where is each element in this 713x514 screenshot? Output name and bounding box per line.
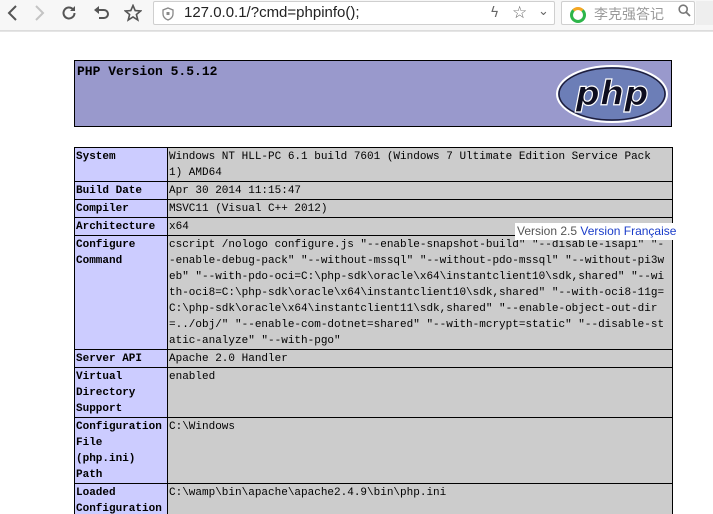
php-header: PHP Version 5.5.12 php (74, 60, 672, 127)
version-tooltip: Version 2.5 Version Française (515, 223, 679, 240)
favorite-star-icon[interactable]: ☆ (512, 3, 527, 23)
row-key: Virtual Directory Support (75, 368, 168, 418)
row-key: System (75, 148, 168, 182)
toolbar-edge (696, 1, 713, 25)
row-value: Apr 30 2014 11:15:47 (168, 182, 673, 200)
page-title: PHP Version 5.5.12 (77, 64, 217, 79)
row-key: Build Date (75, 182, 168, 200)
version-francaise-link[interactable]: Version Française (580, 224, 676, 238)
address-bar[interactable]: 127.0.0.1/?cmd=phpinfo(); ϟ ☆ ⌄ (153, 1, 555, 25)
address-url[interactable]: 127.0.0.1/?cmd=phpinfo(); (184, 4, 360, 21)
table-row: Configuration File (php.ini) PathC:\Wind… (75, 418, 673, 484)
version-label: Version 2.5 (517, 224, 577, 238)
lightning-icon[interactable]: ϟ (490, 5, 499, 21)
row-value: Apache 2.0 Handler (168, 350, 673, 368)
back-arrow-icon[interactable] (0, 0, 26, 26)
browser-toolbar: 127.0.0.1/?cmd=phpinfo(); ϟ ☆ ⌄ 李克强答记 (0, 0, 713, 31)
search-box[interactable]: 李克强答记 (561, 1, 695, 25)
table-row: CompilerMSVC11 (Visual C++ 2012) (75, 200, 673, 218)
php-logo-text: php (575, 74, 649, 114)
php-info-table: SystemWindows NT HLL-PC 6.1 build 7601 (… (74, 147, 673, 514)
chevron-down-icon[interactable]: ⌄ (538, 4, 549, 19)
bookmark-star-icon[interactable] (120, 0, 146, 26)
row-value: cscript /nologo configure.js "--enable-s… (168, 236, 673, 350)
table-row: Server APIApache 2.0 Handler (75, 350, 673, 368)
row-key: Server API (75, 350, 168, 368)
page-viewport: PHP Version 5.5.12 php SystemWindows NT … (0, 31, 713, 514)
table-row: SystemWindows NT HLL-PC 6.1 build 7601 (… (75, 148, 673, 182)
row-key: Architecture (75, 218, 168, 236)
row-value: MSVC11 (Visual C++ 2012) (168, 200, 673, 218)
row-key: Compiler (75, 200, 168, 218)
table-row: Virtual Directory Supportenabled (75, 368, 673, 418)
row-value: C:\wamp\bin\apache\apache2.4.9\bin\php.i… (168, 484, 673, 514)
row-key: Configuration File (php.ini) Path (75, 418, 168, 484)
reload-icon[interactable] (56, 0, 82, 26)
row-key: Loaded Configuration File (75, 484, 168, 514)
row-value: C:\Windows (168, 418, 673, 484)
search-engine-logo-icon (570, 7, 586, 23)
php-logo[interactable]: php (555, 65, 669, 123)
undo-icon[interactable] (89, 0, 115, 26)
row-value: Windows NT HLL-PC 6.1 build 7601 (Window… (168, 148, 673, 182)
magnifier-icon[interactable] (678, 4, 691, 21)
shield-icon[interactable] (162, 6, 174, 20)
forward-arrow-icon[interactable] (26, 0, 52, 26)
row-value: enabled (168, 368, 673, 418)
search-input[interactable]: 李克强答记 (594, 4, 664, 24)
table-row: Configure Commandcscript /nologo configu… (75, 236, 673, 350)
row-key: Configure Command (75, 236, 168, 350)
table-row: Build DateApr 30 2014 11:15:47 (75, 182, 673, 200)
table-row: Loaded Configuration FileC:\wamp\bin\apa… (75, 484, 673, 514)
